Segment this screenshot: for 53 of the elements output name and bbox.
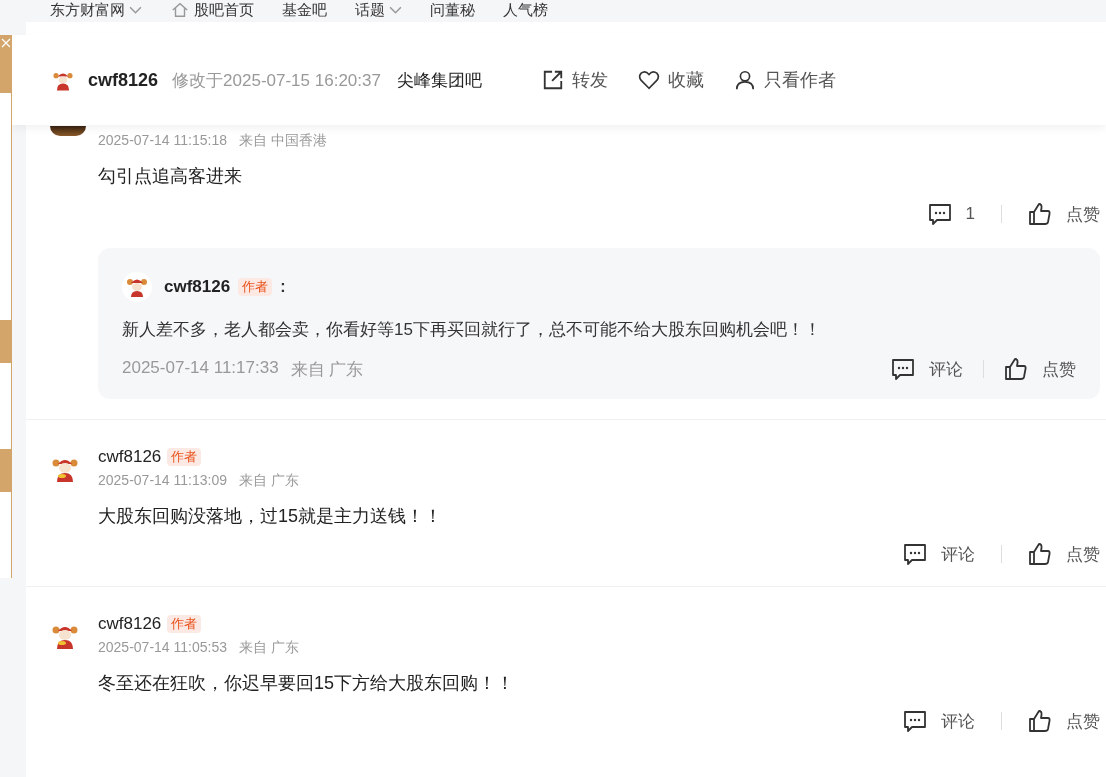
nav-link[interactable]: 股吧首页 (170, 1, 254, 19)
username[interactable]: cwf8126 (98, 447, 162, 467)
comment-icon (903, 542, 927, 566)
nav-link[interactable]: 话题 (355, 1, 402, 19)
like-button[interactable]: 点赞 (1028, 202, 1100, 226)
thumbs-up-icon (1028, 542, 1052, 566)
author-tag: 作者 (167, 615, 202, 633)
reply-time: 2025-07-14 11:17:33 (122, 357, 279, 379)
post-time: 2025-07-14 11:05:53 (98, 639, 227, 657)
home-icon (170, 1, 190, 19)
nav-link[interactable]: 东方财富网 (50, 1, 142, 19)
thumbs-up-icon (1004, 357, 1028, 381)
like-button[interactable]: 点赞 (1028, 542, 1100, 566)
thumbs-up-icon (1028, 202, 1052, 226)
caret-icon (129, 5, 142, 15)
post-location: 来自 中国香港 (238, 132, 327, 150)
person-icon (733, 69, 756, 91)
like-button[interactable]: 点赞 (1028, 709, 1100, 733)
caret-icon (389, 5, 402, 15)
forum-link[interactable]: 尖峰集团吧 (396, 68, 482, 92)
comment-button[interactable]: 1 (927, 202, 975, 226)
post-location: 来自 广东 (238, 639, 299, 657)
favorite-button[interactable]: 收藏 (637, 68, 704, 92)
post-time: 2025-07-14 11:13:09 (98, 472, 227, 490)
author-tag: 作者 (167, 448, 202, 466)
username[interactable]: cwf8126 (98, 614, 162, 634)
comment-button[interactable]: 评论 (903, 542, 975, 566)
post-time: 2025-07-14 11:15:18 (98, 132, 227, 150)
share-icon (541, 69, 564, 91)
author-tag: 作者 (238, 278, 273, 296)
comment-button[interactable]: 评论 (903, 709, 975, 733)
username[interactable]: cwf8126 (164, 277, 231, 297)
comment-button[interactable]: 评论 (891, 357, 963, 381)
comment-icon (891, 357, 915, 381)
share-button[interactable]: 转发 (541, 68, 608, 92)
nav-link[interactable]: 问董秘 (430, 1, 475, 19)
nav-link[interactable]: 人气榜 (503, 1, 548, 19)
nav-link[interactable]: 基金吧 (282, 1, 327, 19)
like-button[interactable]: 点赞 (1004, 357, 1076, 381)
comment-text: 大股东回购没落地，过15就是主力送钱！！ (98, 505, 444, 528)
thumbs-up-icon (1028, 709, 1052, 733)
comment-text: 勾引点追高客进来 (98, 165, 243, 188)
reply-text: 新人差不多，老人都会卖，你看好等15下再买回就行了，总不可能不给大股东回购机会吧！！ (122, 319, 822, 341)
modified-time: 修改于2025-07-15 16:20:37 (172, 69, 381, 92)
author-name[interactable]: cwf8126 (88, 69, 159, 91)
heart-icon (637, 69, 660, 91)
comment-text: 冬至还在狂吹，你迟早要回15下方给大股东回购！！ (98, 672, 516, 695)
comment-icon (927, 202, 952, 226)
post-location: 来自 广东 (238, 472, 299, 490)
reply-location: 来自 广东 (290, 358, 364, 381)
comment-icon (903, 709, 927, 733)
author-only-button[interactable]: 只看作者 (733, 68, 836, 92)
colon: : (280, 278, 286, 296)
